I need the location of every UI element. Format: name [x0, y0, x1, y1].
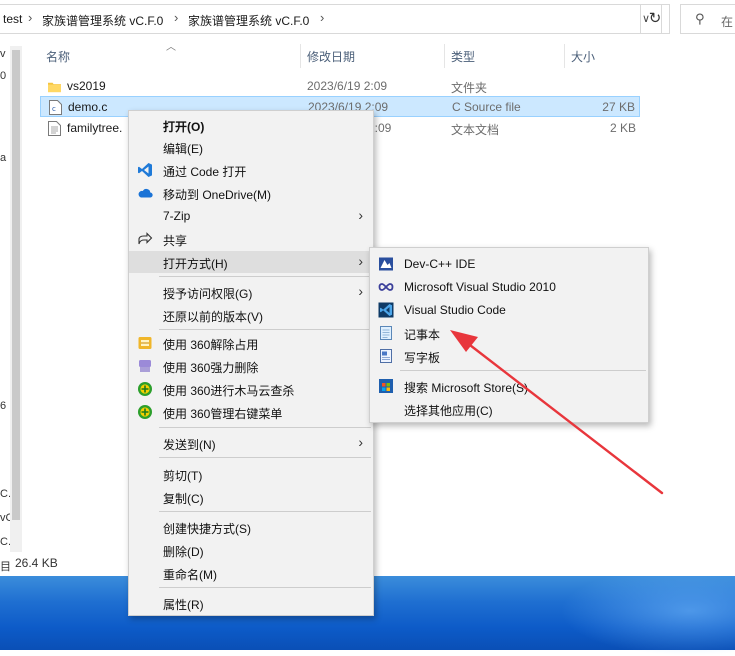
menu-item-copy[interactable]: 复制(C) — [129, 486, 373, 508]
360-security-icon — [138, 382, 152, 396]
menu-item-move-onedrive[interactable]: 移动到 OneDrive(M) — [129, 182, 373, 204]
open-with-vscode[interactable]: Visual Studio Code — [370, 299, 648, 321]
nav-fragment: 目 — [0, 561, 11, 573]
address-bar[interactable]: test › 家族谱管理系统 vC.F.0 › 家族谱管理系统 vC.F.0 ›… — [0, 4, 662, 34]
column-divider[interactable] — [444, 44, 445, 68]
file-type: 文件夹 — [451, 81, 488, 95]
menu-item-7zip[interactable]: 7-Zip › — [129, 205, 373, 227]
breadcrumb-separator: › — [174, 10, 179, 25]
column-header-date[interactable]: 修改日期 — [307, 48, 355, 65]
column-header-size[interactable]: 大小 — [571, 48, 595, 65]
file-name: familytree. — [67, 121, 123, 135]
wordpad-icon — [380, 349, 392, 363]
nav-scrollbar[interactable] — [10, 46, 22, 552]
menu-item-360-scan[interactable]: 使用 360进行木马云查杀 — [129, 378, 373, 400]
refresh-button[interactable]: ↻ — [640, 4, 670, 34]
c-file-icon: c — [49, 100, 62, 115]
microsoft-store-icon — [379, 379, 393, 393]
submenu-chevron-icon: › — [358, 283, 363, 299]
open-with-devcpp[interactable]: Dev-C++ IDE — [370, 253, 648, 275]
scrollbar-thumb[interactable] — [12, 50, 20, 520]
file-name: vs2019 — [67, 79, 106, 93]
file-name: demo.c — [68, 100, 108, 114]
menu-item-open-with[interactable]: 打开方式(H) › — [129, 251, 373, 273]
menu-item-share[interactable]: 共享 — [129, 228, 373, 250]
breadcrumb-separator: › — [320, 10, 325, 25]
open-with-store[interactable]: 搜索 Microsoft Store(S) — [370, 375, 648, 397]
nav-fragment[interactable]: 6 — [0, 400, 6, 412]
menu-divider — [159, 457, 371, 458]
search-box[interactable]: ⚲ 在 — [680, 4, 735, 34]
sort-ascending-icon: ︿ — [166, 42, 176, 53]
nav-fragment[interactable]: a — [0, 152, 6, 164]
breadcrumb-project[interactable]: 家族谱管理系统 vC.F.0 — [42, 12, 163, 29]
column-divider[interactable] — [564, 44, 565, 68]
file-row-vs2019[interactable]: vs2019 2023/6/19 2:09 文件夹 — [40, 76, 640, 97]
submenu-chevron-icon: › — [358, 434, 363, 450]
onedrive-icon — [138, 188, 153, 198]
nav-fragment[interactable]: 0 — [0, 70, 6, 82]
menu-divider — [159, 587, 371, 588]
file-size: 27 KB — [602, 100, 635, 114]
menu-item-properties[interactable]: 属性(R) — [129, 592, 373, 614]
open-with-choose-other[interactable]: 选择其他应用(C) — [370, 398, 648, 420]
menu-item-open[interactable]: 打开(O) — [129, 114, 373, 136]
breadcrumb-test[interactable]: test — [3, 12, 22, 26]
vscode-icon — [378, 302, 394, 318]
open-with-submenu: Dev-C++ IDE Microsoft Visual Studio 2010… — [369, 247, 649, 423]
menu-item-edit[interactable]: 编辑(E) — [129, 136, 373, 158]
menu-divider — [159, 511, 371, 512]
menu-item-send-to[interactable]: 发送到(N) › — [129, 432, 373, 454]
menu-item-cut[interactable]: 剪切(T) — [129, 463, 373, 485]
search-placeholder: 在 — [721, 15, 734, 29]
360-shred-icon — [139, 360, 151, 372]
status-selected-size: 26.4 KB — [15, 556, 58, 570]
column-header-type[interactable]: 类型 — [451, 48, 475, 65]
breadcrumb-current[interactable]: 家族谱管理系统 vC.F.0 — [188, 12, 309, 29]
menu-divider — [159, 276, 371, 277]
share-icon — [138, 232, 153, 245]
svg-text:c: c — [52, 105, 56, 113]
file-type: 文本文档 — [451, 123, 500, 137]
open-with-wordpad[interactable]: 写字板 — [370, 345, 648, 367]
menu-divider — [159, 329, 371, 330]
search-icon: ⚲ — [695, 11, 705, 26]
breadcrumb-separator: › — [28, 10, 33, 25]
file-size: 2 KB — [609, 121, 636, 135]
file-date: 2023/6/19 2:09 — [307, 79, 388, 93]
menu-item-360-delete[interactable]: 使用 360强力删除 — [129, 355, 373, 377]
column-header-name[interactable]: 名称 — [46, 48, 70, 65]
notepad-icon — [380, 326, 392, 340]
submenu-chevron-icon: › — [358, 253, 363, 269]
context-menu: 打开(O) 编辑(E) 通过 Code 打开 移动到 OneDrive(M) 7… — [128, 110, 374, 616]
menu-item-360-unlock[interactable]: 使用 360解除占用 — [129, 332, 373, 354]
nav-fragment[interactable]: v — [0, 48, 6, 60]
open-with-vs2010[interactable]: Microsoft Visual Studio 2010 — [370, 276, 648, 298]
file-type: C Source file — [452, 100, 521, 114]
menu-divider — [159, 427, 371, 428]
text-file-icon — [48, 121, 61, 136]
menu-item-rename[interactable]: 重命名(M) — [129, 562, 373, 584]
vscode-icon — [138, 163, 152, 177]
column-divider[interactable] — [300, 44, 301, 68]
visual-studio-2010-icon — [378, 283, 394, 291]
360-unlock-icon — [138, 337, 152, 349]
folder-icon — [48, 82, 61, 93]
open-with-notepad[interactable]: 记事本 — [370, 322, 648, 344]
menu-item-open-with-code[interactable]: 通过 Code 打开 — [129, 159, 373, 181]
menu-item-delete[interactable]: 删除(D) — [129, 539, 373, 561]
menu-item-360-menu[interactable]: 使用 360管理右键菜单 — [129, 401, 373, 423]
menu-item-create-shortcut[interactable]: 创建快捷方式(S) — [129, 516, 373, 538]
submenu-chevron-icon: › — [358, 207, 363, 223]
menu-item-restore[interactable]: 还原以前的版本(V) — [129, 304, 373, 326]
menu-item-grant-access[interactable]: 授予访问权限(G) › — [129, 281, 373, 303]
360-security-icon — [138, 405, 152, 419]
menu-divider — [400, 370, 646, 371]
devcpp-icon — [379, 257, 393, 271]
